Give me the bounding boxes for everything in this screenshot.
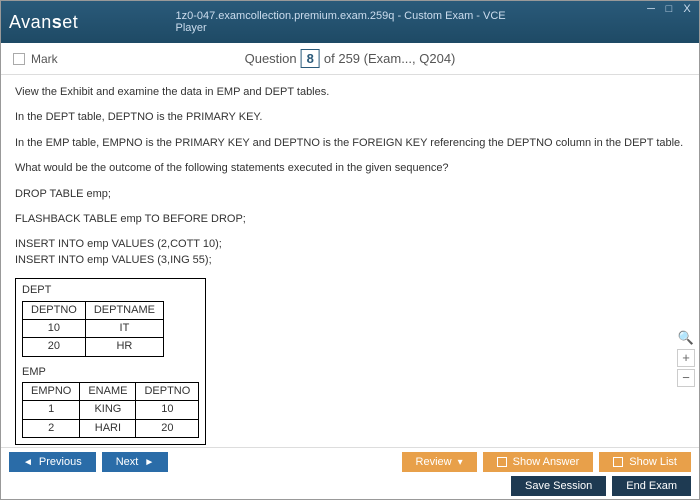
close-button[interactable]: X bbox=[679, 3, 695, 17]
question-line: DROP TABLE emp; bbox=[15, 187, 685, 202]
next-button[interactable]: Next► bbox=[102, 452, 169, 472]
dept-label: DEPT bbox=[22, 283, 199, 298]
zoom-in-button[interactable]: + bbox=[677, 349, 695, 367]
question-content: View the Exhibit and examine the data in… bbox=[1, 75, 699, 447]
question-total: of 259 (Exam..., Q204) bbox=[324, 51, 456, 66]
window-title: 1z0-047.examcollection.premium.exam.259q… bbox=[176, 10, 525, 34]
emp-label: EMP bbox=[22, 365, 199, 380]
checkbox-icon bbox=[613, 457, 623, 467]
chevron-right-icon: ► bbox=[144, 457, 154, 468]
magnifier-icon[interactable]: 🔍 bbox=[677, 329, 695, 347]
zoom-out-button[interactable]: − bbox=[677, 369, 695, 387]
question-line: FLASHBACK TABLE emp TO BEFORE DROP; bbox=[15, 212, 685, 227]
exhibit-box: DEPT DEPTNODEPTNAME 10IT 20HR EMP EMPNOE… bbox=[15, 278, 206, 445]
review-button[interactable]: Review▾ bbox=[402, 452, 477, 472]
question-line: In the DEPT table, DEPTNO is the PRIMARY… bbox=[15, 110, 685, 125]
question-line: In the EMP table, EMPNO is the PRIMARY K… bbox=[15, 136, 685, 151]
end-exam-button[interactable]: End Exam bbox=[612, 476, 691, 496]
mark-checkbox[interactable] bbox=[13, 53, 25, 65]
minimize-button[interactable]: ─ bbox=[643, 3, 659, 17]
chevron-left-icon: ◄ bbox=[23, 457, 33, 468]
show-list-button[interactable]: Show List bbox=[599, 452, 691, 472]
previous-button[interactable]: ◄Previous bbox=[9, 452, 96, 472]
save-session-button[interactable]: Save Session bbox=[511, 476, 606, 496]
dept-table: DEPTNODEPTNAME 10IT 20HR bbox=[22, 301, 164, 357]
chevron-down-icon: ▾ bbox=[458, 457, 463, 468]
question-line: What would be the outcome of the followi… bbox=[15, 161, 685, 176]
question-label: Question bbox=[245, 51, 297, 66]
maximize-button[interactable]: □ bbox=[661, 3, 677, 17]
emp-table: EMPNOENAMEDEPTNO 1KING10 2HARI20 bbox=[22, 382, 199, 438]
mark-label: Mark bbox=[31, 52, 58, 66]
app-logo: Avanset bbox=[9, 12, 78, 33]
question-line: View the Exhibit and examine the data in… bbox=[15, 85, 685, 100]
checkbox-icon bbox=[497, 457, 507, 467]
show-answer-button[interactable]: Show Answer bbox=[483, 452, 594, 472]
question-line: INSERT INTO emp VALUES (2,COTT 10); INSE… bbox=[15, 237, 685, 268]
question-number[interactable]: 8 bbox=[301, 49, 320, 68]
